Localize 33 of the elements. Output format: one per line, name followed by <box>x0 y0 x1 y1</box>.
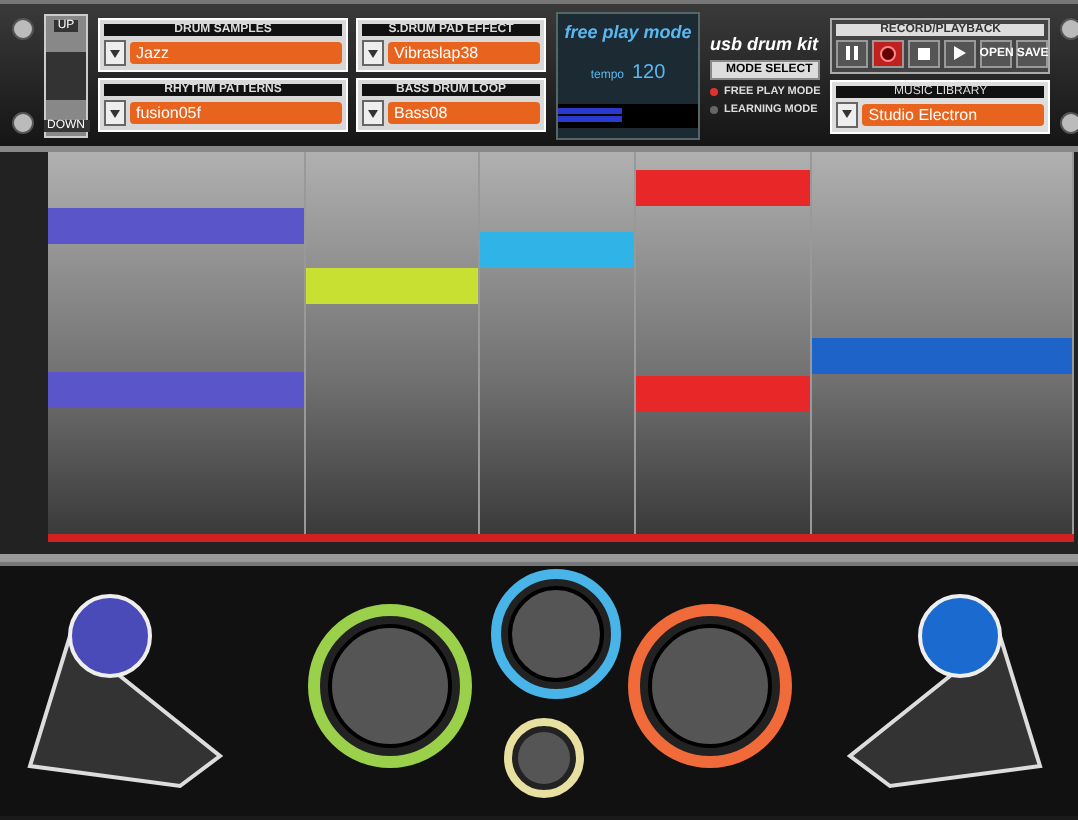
pedal-pad-drawing[interactable] <box>846 594 1043 789</box>
dropdown-button[interactable] <box>362 40 384 66</box>
caret-icon <box>110 109 120 117</box>
screw-icon <box>12 111 34 133</box>
pedal-pad-drawing[interactable] <box>27 594 224 789</box>
mode-text: free play mode <box>564 22 692 43</box>
dropdown-button[interactable] <box>104 100 126 126</box>
record-icon <box>880 45 897 61</box>
play-button[interactable] <box>944 39 977 67</box>
caret-icon <box>368 109 378 117</box>
caret-icon <box>368 49 378 57</box>
stop-button[interactable] <box>908 39 941 67</box>
screw-icon <box>12 17 34 39</box>
dropdown-button[interactable] <box>836 101 859 127</box>
record-button[interactable] <box>872 39 905 67</box>
pause-icon <box>846 46 859 60</box>
drum-pad[interactable] <box>308 604 472 768</box>
caret-icon <box>110 49 120 57</box>
radio-dot[interactable] <box>710 88 718 96</box>
tom-pad[interactable] <box>491 569 621 699</box>
dropdown-button[interactable] <box>104 40 126 66</box>
screw-icon <box>1060 17 1078 39</box>
caret-icon <box>842 110 853 118</box>
pause-button[interactable] <box>836 39 869 67</box>
tempo-value: 120 <box>632 61 666 84</box>
small-drum-pad[interactable] <box>504 718 584 798</box>
stop-icon <box>918 47 931 59</box>
screw-icon <box>1060 111 1078 133</box>
brand-logo: usb drum kit <box>710 34 821 54</box>
radio-dot[interactable] <box>710 106 718 114</box>
dropdown-button[interactable] <box>362 100 384 126</box>
drum-pad[interactable] <box>628 604 792 768</box>
play-icon <box>954 46 967 60</box>
